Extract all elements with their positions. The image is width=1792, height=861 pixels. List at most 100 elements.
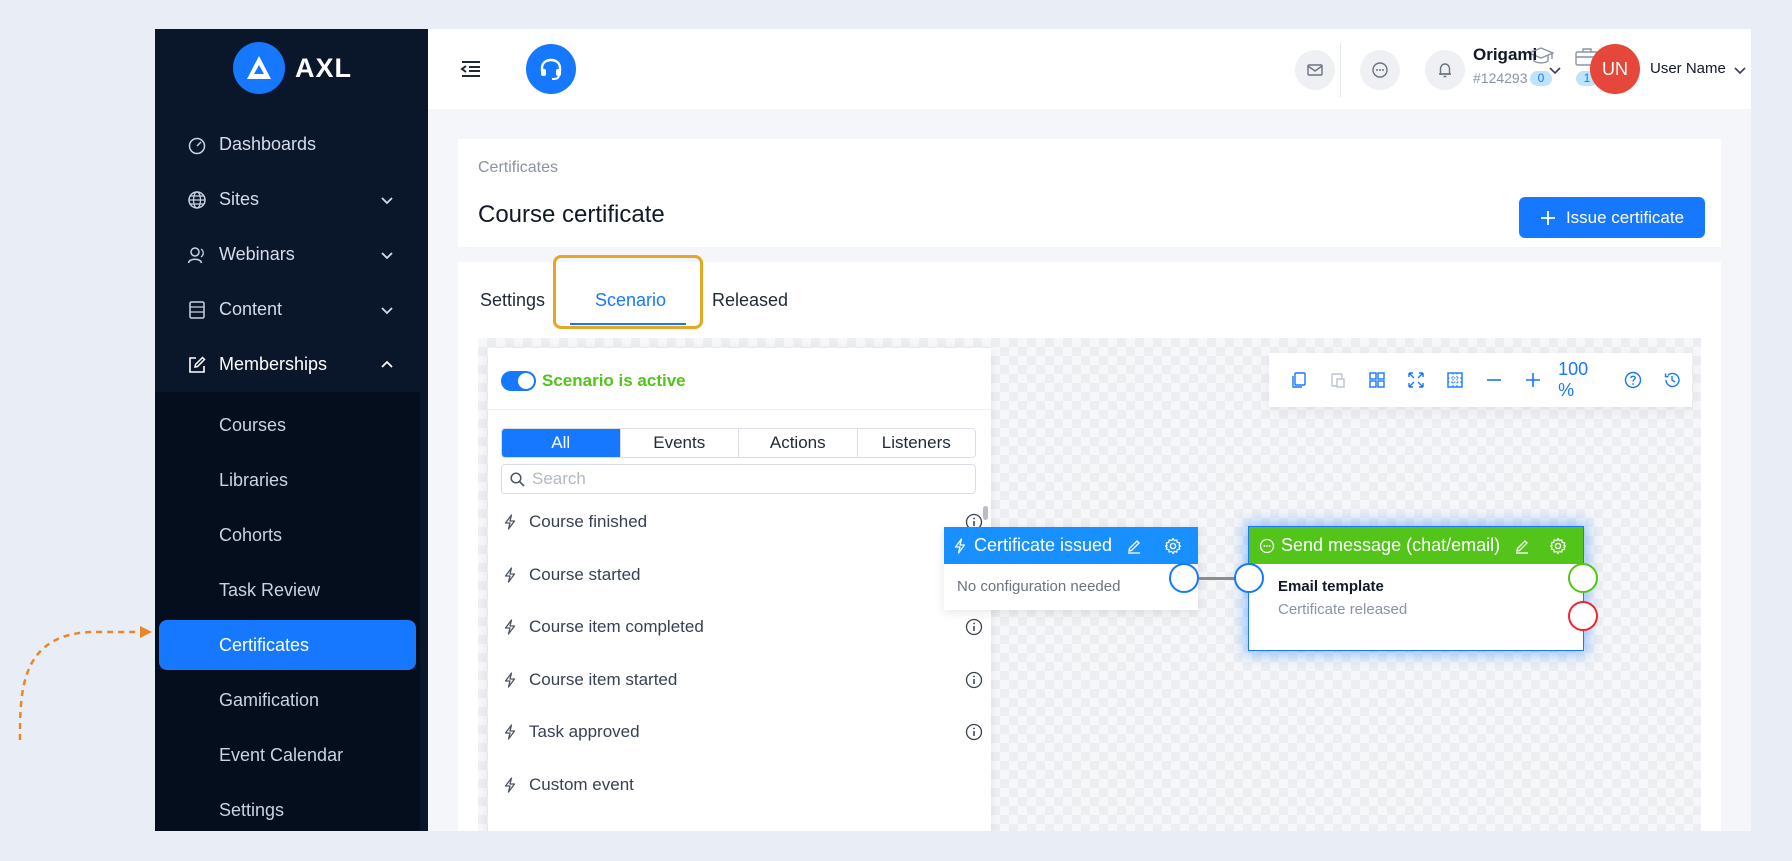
sidebar-menu: Dashboards Sites Webinars Content Member… — [155, 117, 428, 831]
gear-icon[interactable] — [1164, 537, 1182, 555]
trigger-node-title: Certificate issued — [974, 535, 1113, 555]
help-button[interactable] — [1614, 360, 1653, 400]
plus-icon — [1525, 373, 1540, 387]
app-window: AXL Dashboards Sites Webinars Content Me… — [155, 29, 1751, 831]
auto-layout-button[interactable] — [1357, 360, 1396, 400]
memberships-submenu: Courses Libraries Cohorts Task Review Ce… — [155, 392, 420, 831]
send-message-node-body: Email template Certificate released — [1249, 564, 1583, 618]
sidebar-subitem-cohorts[interactable]: Cohorts — [155, 508, 420, 563]
scenario-canvas[interactable]: Scenario is active All Events Actions Li… — [478, 338, 1701, 831]
info-icon[interactable] — [965, 723, 983, 741]
info-icon[interactable] — [965, 671, 983, 689]
chevron-down-icon[interactable] — [1548, 63, 1562, 77]
sidebar-item-webinars[interactable]: Webinars — [155, 227, 428, 282]
send-message-error-port[interactable] — [1568, 601, 1598, 631]
sidebar-item-content[interactable]: Content — [155, 282, 428, 337]
sidebar-item-dashboards[interactable]: Dashboards — [155, 117, 428, 172]
list-item-label: Custom event — [529, 774, 634, 794]
org-switcher[interactable]: Origami #124293 — [1473, 45, 1537, 86]
lightning-icon — [504, 567, 516, 583]
send-message-node[interactable]: Send message (chat/email) Email template… — [1249, 527, 1583, 650]
filter-actions[interactable]: Actions — [738, 429, 857, 457]
sidebar-subitem-certificates[interactable]: Certificates — [159, 620, 416, 670]
copy-button[interactable] — [1279, 360, 1318, 400]
sidebar-item-memberships[interactable]: Memberships — [155, 337, 428, 392]
support-button[interactable] — [526, 44, 576, 94]
list-item[interactable]: Course finished — [488, 496, 983, 549]
zoom-in-button[interactable] — [1513, 360, 1552, 400]
brand-logo[interactable]: AXL — [233, 42, 352, 94]
sidebar-subitem-event-calendar[interactable]: Event Calendar — [155, 728, 420, 783]
sidebar-subitem-settings[interactable]: Settings — [155, 783, 420, 831]
globe-icon — [188, 190, 206, 209]
trigger-node[interactable]: Certificate issued No configuration need… — [944, 527, 1198, 610]
notifications-button[interactable] — [1425, 50, 1465, 90]
sidebar: AXL Dashboards Sites Webinars Content Me… — [155, 29, 428, 831]
filter-events[interactable]: Events — [619, 429, 739, 457]
info-icon[interactable] — [965, 618, 983, 636]
tab-highlight-annotation — [553, 255, 703, 329]
send-message-node-header[interactable]: Send message (chat/email) — [1249, 527, 1583, 564]
palette-divider — [488, 409, 991, 410]
paste-icon — [1330, 373, 1345, 388]
dashboard-icon — [188, 137, 206, 154]
header-divider — [1340, 43, 1341, 97]
list-item[interactable]: Task approved — [488, 706, 983, 759]
sidebar-item-label: Dashboards — [219, 134, 317, 154]
collapse-menu-icon[interactable] — [459, 57, 483, 81]
copy-icon — [1291, 372, 1306, 388]
lightning-icon — [504, 619, 516, 635]
list-item-label: Course started — [529, 564, 641, 584]
send-message-node-title: Send message (chat/email) — [1281, 535, 1501, 555]
sidebar-item-label: Sites — [219, 189, 260, 209]
trigger-output-port[interactable] — [1169, 563, 1199, 593]
list-item[interactable]: Course started — [488, 549, 983, 602]
history-button[interactable] — [1653, 360, 1692, 400]
user-name[interactable]: User Name — [1650, 60, 1726, 77]
email-template-label: Email template — [1278, 578, 1384, 595]
snap-grid-button[interactable] — [1435, 360, 1474, 400]
chat-icon — [1259, 538, 1275, 553]
palette-filter: All Events Actions Listeners — [501, 428, 976, 458]
filter-listeners[interactable]: Listeners — [856, 429, 976, 457]
list-item[interactable]: Course item completed — [488, 601, 983, 654]
issue-certificate-button[interactable]: Issue certificate — [1519, 197, 1705, 238]
scenario-active-toggle[interactable] — [501, 371, 536, 391]
gear-icon[interactable] — [1549, 537, 1567, 555]
logo-mark-icon — [233, 42, 285, 94]
list-item-label: Task approved — [529, 722, 640, 742]
chat-button[interactable] — [1360, 50, 1400, 90]
minus-icon — [1486, 379, 1501, 381]
zoom-out-button[interactable] — [1474, 360, 1513, 400]
edit-square-icon — [189, 355, 206, 373]
mail-button[interactable] — [1295, 50, 1335, 90]
scenario-card: Settings Scenario Released Scenario is a… — [458, 255, 1721, 831]
lightning-icon — [504, 777, 516, 793]
edit-icon[interactable] — [1514, 538, 1530, 554]
avatar[interactable]: UN — [1590, 44, 1640, 94]
filter-all[interactable]: All — [502, 429, 620, 457]
lightning-icon — [504, 514, 516, 530]
send-message-input-port[interactable] — [1234, 563, 1264, 593]
scenario-active-toggle-row: Scenario is active — [501, 371, 686, 391]
sidebar-subitem-task-review[interactable]: Task Review — [155, 563, 420, 618]
tab-released[interactable]: Released — [712, 290, 788, 311]
sidebar-subitem-courses[interactable]: Courses — [155, 398, 420, 453]
send-message-success-port[interactable] — [1568, 563, 1598, 593]
top-header: 0 1 Origami #124293 UN User Name — [428, 29, 1751, 109]
breadcrumb[interactable]: Certificates — [478, 159, 558, 177]
list-item[interactable]: Course item started — [488, 654, 983, 707]
chevron-down-icon[interactable] — [1733, 63, 1747, 77]
search-input[interactable] — [532, 469, 952, 489]
sidebar-subitem-libraries[interactable]: Libraries — [155, 453, 420, 508]
sidebar-subitem-gamification[interactable]: Gamification — [155, 673, 420, 728]
palette-scrollbar[interactable] — [983, 506, 988, 520]
list-item[interactable]: Custom event — [488, 759, 983, 812]
edit-icon[interactable] — [1126, 538, 1142, 554]
sidebar-item-sites[interactable]: Sites — [155, 172, 428, 227]
tab-settings[interactable]: Settings — [480, 290, 545, 311]
paste-button[interactable] — [1318, 360, 1357, 400]
trigger-node-header[interactable]: Certificate issued — [944, 527, 1198, 564]
fit-view-button[interactable] — [1396, 360, 1435, 400]
lightning-icon — [504, 724, 516, 740]
